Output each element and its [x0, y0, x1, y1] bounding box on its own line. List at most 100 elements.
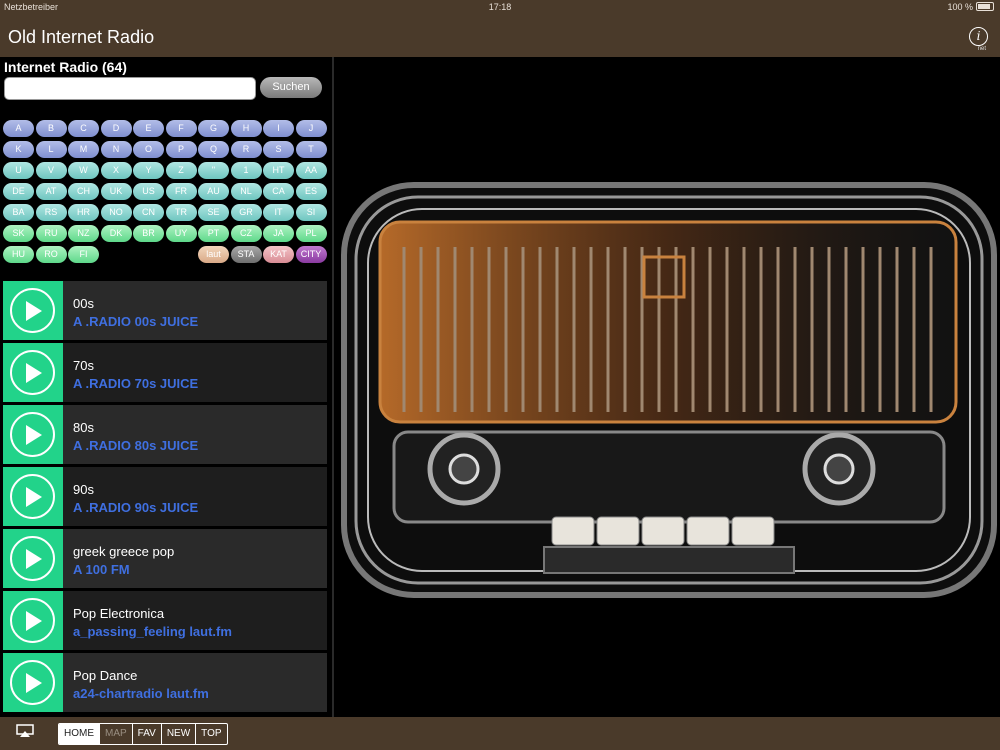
key-gr[interactable]: GR [230, 204, 262, 221]
key-de[interactable]: DE [3, 183, 34, 200]
key-u[interactable]: U [3, 162, 34, 179]
station-panel: Internet Radio (64) Suchen ABCDEFGHIJKLM… [0, 57, 332, 717]
key-nl[interactable]: NL [230, 183, 262, 200]
key-kat[interactable]: KAT [263, 246, 294, 263]
tab-top[interactable]: TOP [195, 724, 226, 744]
key-c[interactable]: C [68, 120, 99, 137]
key-j[interactable]: J [295, 120, 327, 137]
tab-new[interactable]: NEW [160, 724, 195, 744]
vintage-radio-illustration [334, 57, 1000, 717]
info-icon[interactable]: i [969, 27, 988, 46]
screen-mirror-icon[interactable] [16, 724, 34, 738]
station-row[interactable]: Pop Electronica a_passing_feeling laut.fm [3, 591, 327, 650]
key-n[interactable]: N [100, 141, 132, 158]
play-icon [26, 549, 42, 569]
key-ba[interactable]: BA [3, 204, 34, 221]
key-cn[interactable]: CN [133, 204, 164, 221]
key-b[interactable]: B [35, 120, 67, 137]
key-e[interactable]: E [133, 120, 164, 137]
key-g[interactable]: G [198, 120, 229, 137]
station-name: A .RADIO 90s JUICE [73, 500, 199, 515]
play-button[interactable] [3, 405, 63, 464]
key-f[interactable]: F [165, 120, 197, 137]
key-dk[interactable]: DK [100, 225, 132, 242]
key-ro[interactable]: RO [35, 246, 67, 263]
app-title: Old Internet Radio [8, 27, 155, 47]
key-d[interactable]: D [100, 120, 132, 137]
key-es[interactable]: ES [295, 183, 327, 200]
key-se[interactable]: SE [198, 204, 229, 221]
key-h[interactable]: H [230, 120, 262, 137]
key-ht[interactable]: HT [263, 162, 294, 179]
station-name: A .RADIO 70s JUICE [73, 376, 199, 391]
key-fr[interactable]: FR [165, 183, 197, 200]
play-button[interactable] [3, 529, 63, 588]
play-button[interactable] [3, 653, 63, 712]
battery-icon [976, 2, 994, 11]
key-rs[interactable]: RS [35, 204, 67, 221]
station-genre: 80s [73, 420, 94, 435]
key-ca[interactable]: CA [263, 183, 294, 200]
key-quote[interactable]: " [198, 162, 229, 179]
key-us[interactable]: US [133, 183, 164, 200]
key-laut[interactable]: laut [198, 246, 229, 263]
key-city[interactable]: CITY [295, 246, 327, 263]
key-m[interactable]: M [68, 141, 99, 158]
key-uk[interactable]: UK [100, 183, 132, 200]
key-sta[interactable]: STA [230, 246, 262, 263]
key-p[interactable]: P [165, 141, 197, 158]
key-aa[interactable]: AA [295, 162, 327, 179]
key-at[interactable]: AT [35, 183, 67, 200]
key-ch[interactable]: CH [68, 183, 99, 200]
key-br[interactable]: BR [133, 225, 164, 242]
key-no[interactable]: NO [100, 204, 132, 221]
key-ja[interactable]: JA [263, 225, 294, 242]
station-row[interactable]: greek greece pop A 100 FM [3, 529, 327, 588]
station-row[interactable]: 80s A .RADIO 80s JUICE [3, 405, 327, 464]
key-ru[interactable]: RU [35, 225, 67, 242]
key-it[interactable]: IT [263, 204, 294, 221]
key-cz[interactable]: CZ [230, 225, 262, 242]
key-hr[interactable]: HR [68, 204, 99, 221]
key-o[interactable]: O [133, 141, 164, 158]
key-v[interactable]: V [35, 162, 67, 179]
key-l[interactable]: L [35, 141, 67, 158]
play-button[interactable] [3, 591, 63, 650]
play-button[interactable] [3, 343, 63, 402]
key-uy[interactable]: UY [165, 225, 197, 242]
search-button[interactable]: Suchen [260, 77, 322, 98]
station-row[interactable]: 90s A .RADIO 90s JUICE [3, 467, 327, 526]
key-y[interactable]: Y [133, 162, 164, 179]
station-genre: Pop Dance [73, 668, 138, 683]
play-button[interactable] [3, 467, 63, 526]
key-x[interactable]: X [100, 162, 132, 179]
key-1[interactable]: 1 [230, 162, 262, 179]
tab-fav[interactable]: FAV [131, 724, 161, 744]
key-pt[interactable]: PT [198, 225, 229, 242]
key-pl[interactable]: PL [295, 225, 327, 242]
key-hu[interactable]: HU [3, 246, 34, 263]
station-row[interactable]: 00s A .RADIO 00s JUICE [3, 281, 327, 340]
key-si[interactable]: SI [295, 204, 327, 221]
key-sk[interactable]: SK [3, 225, 34, 242]
key-w[interactable]: W [68, 162, 99, 179]
key-s[interactable]: S [263, 141, 294, 158]
key-k[interactable]: K [3, 141, 34, 158]
key-q[interactable]: Q [198, 141, 229, 158]
key-t[interactable]: T [295, 141, 327, 158]
station-row[interactable]: 70s A .RADIO 70s JUICE [3, 343, 327, 402]
key-z[interactable]: Z [165, 162, 197, 179]
key-tr[interactable]: TR [165, 204, 197, 221]
search-input[interactable] [4, 77, 256, 100]
key-fi[interactable]: FI [68, 246, 99, 263]
station-genre: greek greece pop [73, 544, 175, 559]
key-a[interactable]: A [3, 120, 34, 137]
station-row[interactable]: Pop Dance a24-chartradio laut.fm [3, 653, 327, 712]
key-au[interactable]: AU [198, 183, 229, 200]
key-r[interactable]: R [230, 141, 262, 158]
key-i[interactable]: I [263, 120, 294, 137]
play-button[interactable] [3, 281, 63, 340]
tab-bar: HOME MAP FAV NEW TOP [58, 723, 228, 745]
tab-home[interactable]: HOME [59, 724, 99, 744]
key-nz[interactable]: NZ [68, 225, 99, 242]
